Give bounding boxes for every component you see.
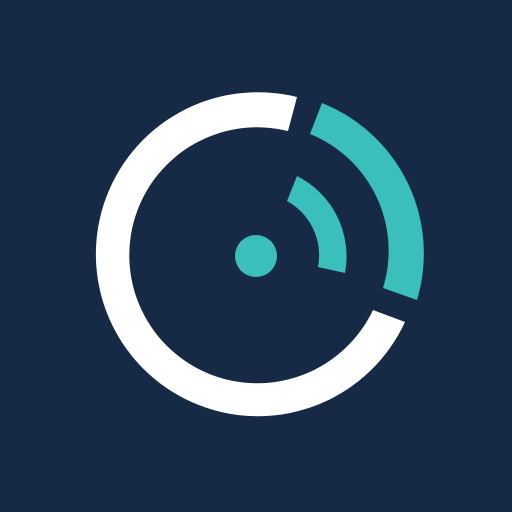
app-icon bbox=[0, 0, 512, 512]
signal-ring-logo-icon bbox=[0, 0, 512, 512]
center-dot bbox=[235, 235, 277, 277]
